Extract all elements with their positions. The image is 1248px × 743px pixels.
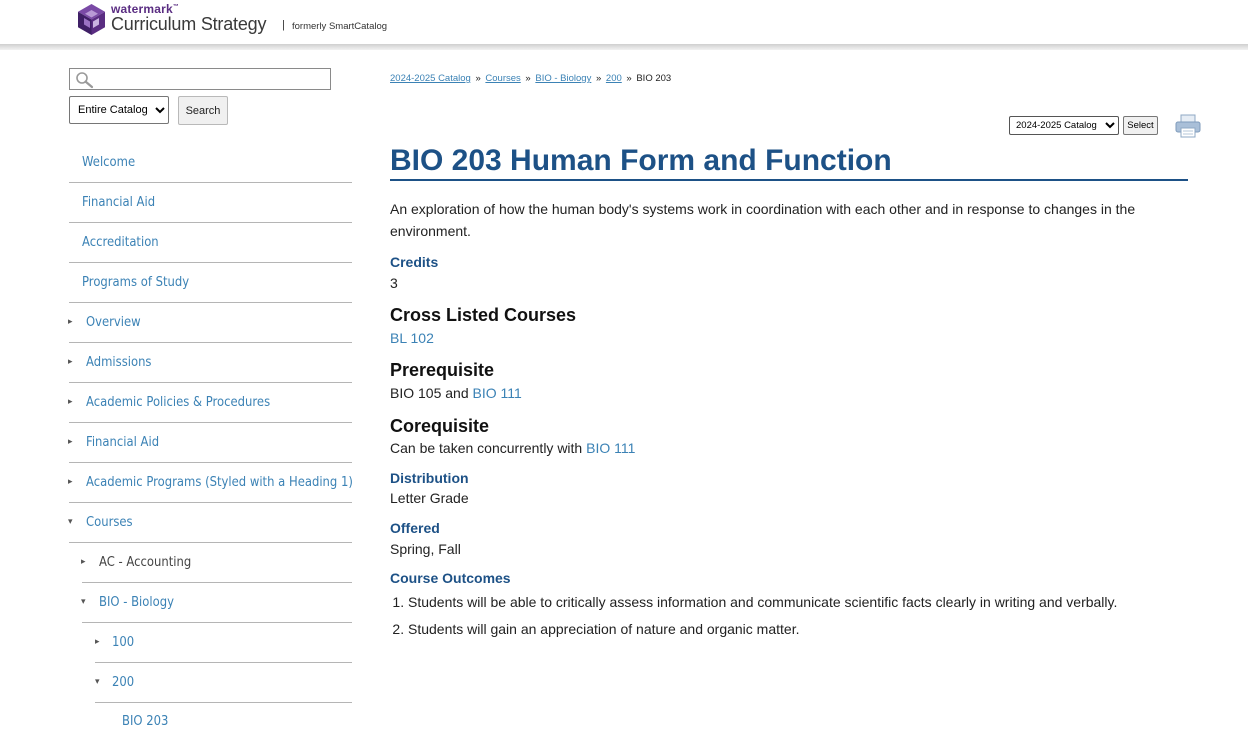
corequisite-value: Can be taken concurrently with BIO 111 xyxy=(390,440,635,456)
prerequisite-label: Prerequisite xyxy=(390,360,495,380)
page-title: BIO 203 Human Form and Function xyxy=(390,144,1188,181)
sidebar-item-label[interactable]: 200 xyxy=(112,674,134,690)
sidebar-item-admissions[interactable]: ▸ Admissions xyxy=(68,343,352,383)
expand-arrow-icon[interactable]: ▸ xyxy=(68,356,73,367)
sidebar-item-label[interactable]: Courses xyxy=(86,514,133,530)
site-header: watermark™ Curriculum Strategy | formerl… xyxy=(0,0,1248,44)
collapse-arrow-icon[interactable]: ▾ xyxy=(68,516,73,527)
distribution-label: Distribution xyxy=(390,470,469,486)
search-scope-select[interactable]: Entire Catalog xyxy=(69,96,169,124)
sidebar-item-label[interactable]: Academic Policies & Procedures xyxy=(86,394,270,410)
breadcrumb-link-200[interactable]: 200 xyxy=(606,73,622,84)
corequisite-link[interactable]: BIO 111 xyxy=(586,440,635,456)
watermark-logo-icon[interactable] xyxy=(78,4,105,35)
brand-separator: | xyxy=(282,19,285,31)
catalog-select-button[interactable]: Select xyxy=(1123,116,1158,135)
sidebar-item-label[interactable]: Financial Aid xyxy=(86,434,159,450)
distribution-value: Letter Grade xyxy=(390,490,469,506)
cross-listed-link[interactable]: BL 102 xyxy=(390,330,434,346)
offered-value: Spring, Fall xyxy=(390,541,461,557)
list-item: Students will gain an appreciation of na… xyxy=(408,620,1117,638)
expand-arrow-icon[interactable]: ▸ xyxy=(68,436,73,447)
sidebar-item-programs-of-study[interactable]: Programs of Study xyxy=(69,263,352,303)
sidebar-item-label[interactable]: Programs of Study xyxy=(82,274,189,290)
search-box[interactable] xyxy=(69,68,331,90)
collapse-arrow-icon[interactable]: ▾ xyxy=(95,676,100,687)
prerequisite-text: BIO 105 and xyxy=(390,385,473,401)
search-input[interactable] xyxy=(98,70,330,90)
search-button[interactable]: Search xyxy=(178,96,228,125)
corequisite-text: Can be taken concurrently with xyxy=(390,440,587,456)
brand-product-name: Curriculum Strategy xyxy=(111,14,267,34)
expand-arrow-icon[interactable]: ▸ xyxy=(68,316,73,327)
course-outcomes-list: Students will be able to critically asse… xyxy=(390,593,1117,647)
sidebar-item-accounting[interactable]: ▸ AC - Accounting xyxy=(81,543,352,583)
sidebar-item-label[interactable]: Accreditation xyxy=(82,234,159,250)
course-description: An exploration of how the human body's s… xyxy=(390,201,1136,239)
sidebar-item-label[interactable]: Admissions xyxy=(86,354,151,370)
corequisite-label: Corequisite xyxy=(390,416,490,436)
breadcrumb-link-courses[interactable]: Courses xyxy=(485,73,520,84)
breadcrumb-separator: » xyxy=(626,73,632,84)
brand-formerly-text: formerly SmartCatalog xyxy=(292,21,388,32)
sidebar-item-label[interactable]: AC - Accounting xyxy=(99,554,191,570)
credits-label: Credits xyxy=(390,254,439,270)
breadcrumb-link-biology[interactable]: BIO - Biology xyxy=(535,73,591,84)
sidebar-item-welcome[interactable]: Welcome xyxy=(69,143,352,183)
sidebar-item-academic-programs[interactable]: ▸ Academic Programs (Styled with a Headin… xyxy=(68,463,353,503)
print-icon[interactable] xyxy=(1175,114,1201,138)
sidebar-item-label[interactable]: 100 xyxy=(112,634,134,650)
expand-arrow-icon[interactable]: ▸ xyxy=(95,636,100,647)
breadcrumb-link-catalog[interactable]: 2024-2025 Catalog xyxy=(390,73,471,84)
catalog-year-select[interactable]: 2024-2025 Catalog xyxy=(1009,116,1119,135)
sidebar-item-label[interactable]: BIO - Biology xyxy=(99,594,174,610)
list-item: Students will be able to critically asse… xyxy=(408,593,1117,611)
sidebar-item-label[interactable]: Academic Programs (Styled with a Heading… xyxy=(86,474,353,490)
sidebar-item-100[interactable]: ▸ 100 xyxy=(95,623,352,663)
sidebar-item-academic-policies[interactable]: ▸ Academic Policies & Procedures xyxy=(68,383,352,423)
offered-label: Offered xyxy=(390,520,440,536)
expand-arrow-icon[interactable]: ▸ xyxy=(68,396,73,407)
breadcrumb-separator: » xyxy=(595,73,602,84)
prerequisite-value: BIO 105 and BIO 111 xyxy=(390,385,522,401)
search-icon xyxy=(76,72,94,89)
sidebar-item-financial-aid[interactable]: Financial Aid xyxy=(69,183,352,223)
sidebar-item-200[interactable]: ▾ 200 xyxy=(95,663,352,703)
sidebar-item-label[interactable]: Welcome xyxy=(82,154,135,170)
cross-listed-label: Cross Listed Courses xyxy=(390,305,577,325)
credits-value: 3 xyxy=(390,275,398,291)
breadcrumb: 2024-2025 Catalog » Courses » BIO - Biol… xyxy=(390,73,671,84)
sidebar-item-accreditation[interactable]: Accreditation xyxy=(69,223,352,263)
cross-listed-value: BL 102 xyxy=(390,330,434,346)
header-shadow xyxy=(0,44,1248,50)
trademark-symbol: ™ xyxy=(172,4,180,10)
breadcrumb-separator: » xyxy=(525,73,531,84)
sidebar-item-courses[interactable]: ▾ Courses xyxy=(68,503,352,543)
sidebar-item-biology[interactable]: ▾ BIO - Biology xyxy=(81,583,352,623)
expand-arrow-icon[interactable]: ▸ xyxy=(81,556,86,567)
sidebar-item-overview[interactable]: ▸ Overview xyxy=(68,303,352,343)
expand-arrow-icon[interactable]: ▸ xyxy=(68,476,73,487)
prerequisite-link[interactable]: BIO 111 xyxy=(473,385,522,401)
sidebar-item-financial-aid-section[interactable]: ▸ Financial Aid xyxy=(68,423,352,463)
course-outcomes-label: Course Outcomes xyxy=(390,570,511,586)
breadcrumb-separator: » xyxy=(475,73,481,84)
breadcrumb-current: BIO 203 xyxy=(636,73,672,84)
sidebar-nav: Welcome Financial Aid Accreditation Prog… xyxy=(68,143,353,743)
sidebar-item-bio-203[interactable]: BIO 203 xyxy=(109,703,352,743)
sidebar-item-label[interactable]: Financial Aid xyxy=(82,194,155,210)
sidebar-item-label[interactable]: Overview xyxy=(86,314,141,330)
collapse-arrow-icon[interactable]: ▾ xyxy=(81,596,86,607)
